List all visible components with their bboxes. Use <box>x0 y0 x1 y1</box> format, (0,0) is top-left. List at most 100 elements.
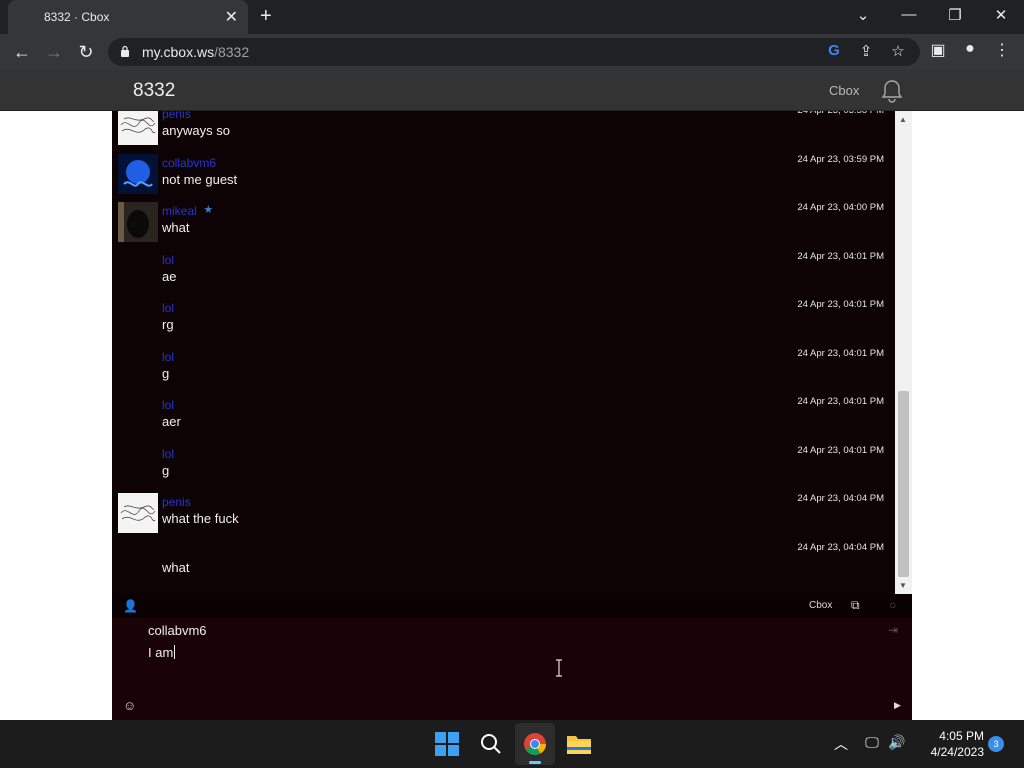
message-username[interactable]: lol <box>162 253 174 267</box>
message-username[interactable]: lol <box>162 398 174 412</box>
close-window-icon[interactable]: ✕ <box>978 6 1024 24</box>
side-panel-icon[interactable]: ▣ <box>926 40 950 60</box>
active-indicator <box>529 761 541 764</box>
scroll-up-icon[interactable]: ▲ <box>899 115 907 124</box>
windows-taskbar: ︿ 🖵 🔊 4:05 PM 4/24/2023 3 <box>0 720 1024 768</box>
chat-status-bar: 👤 Cbox ⧉ ○ <box>112 594 912 618</box>
popout-icon[interactable]: ⧉ <box>851 598 860 613</box>
tray-overflow-icon[interactable]: ︿ <box>831 734 851 754</box>
chrome-taskbar-button[interactable] <box>515 723 555 765</box>
message-text: aer <box>162 414 181 429</box>
message-text: what <box>162 559 190 575</box>
chat-message-list[interactable]: penis anyways so 24 Apr 23, 03:58 PM collab… <box>112 111 895 594</box>
message-timestamp: 24 Apr 23, 04:01 PM <box>797 396 884 407</box>
share-icon[interactable]: ⇪ <box>856 42 876 60</box>
windows-start-icon[interactable] <box>435 732 459 756</box>
url-text: my.cbox.ws/8332 <box>142 44 249 60</box>
message-username[interactable]: lol <box>162 447 174 461</box>
page-title: 8332 <box>133 80 176 101</box>
user-icon[interactable]: 👤 <box>123 599 138 613</box>
message-text: what the fuck <box>162 511 239 526</box>
message-input-text: I am <box>148 645 174 660</box>
sign-in-icon[interactable]: ⇥ <box>888 623 898 637</box>
scrollbar-thumb[interactable] <box>898 391 909 577</box>
file-explorer-icon[interactable] <box>566 733 592 755</box>
chat-message: what 24 Apr 23, 04:04 PM <box>112 542 895 590</box>
message-username[interactable]: lol <box>162 350 174 364</box>
message-composer: collabvm6 ⇥ I am ☺ ▶ <box>112 618 912 720</box>
message-timestamp: 24 Apr 23, 04:04 PM <box>797 493 884 504</box>
message-input[interactable]: I am <box>148 645 176 660</box>
chat-message: lol g 24 Apr 23, 04:01 PM <box>112 445 895 493</box>
text-caret <box>174 645 176 659</box>
chat-scrollbar[interactable]: ▲ ▼ <box>895 111 912 594</box>
bookmark-star-icon[interactable]: ☆ <box>888 42 908 60</box>
ibeam-cursor-icon <box>556 659 562 677</box>
chat-message: mikeal ★ what 24 Apr 23, 04:00 PM <box>112 202 895 250</box>
avatar <box>118 493 158 533</box>
chrome-icon <box>524 733 546 755</box>
tab-close-icon[interactable]: ✕ <box>225 7 238 27</box>
tab-search-icon[interactable]: ⌄ <box>840 6 886 24</box>
avatar <box>118 111 158 145</box>
bell-icon[interactable] <box>880 78 904 104</box>
message-username[interactable]: penis <box>162 495 191 509</box>
message-timestamp: 24 Apr 23, 04:01 PM <box>797 444 884 456</box>
url-host: my.cbox.ws <box>142 44 215 60</box>
message-text: not me guest <box>162 171 238 187</box>
message-username[interactable]: mikeal <box>162 204 197 218</box>
chat-message: penis anyways so 24 Apr 23, 03:58 PM <box>112 111 895 153</box>
message-username[interactable]: penis <box>162 111 191 121</box>
send-arrow-icon[interactable]: ▶ <box>894 700 901 711</box>
browser-tab[interactable]: 8332 · Cbox ✕ <box>8 0 248 34</box>
profile-icon[interactable]: ● <box>958 40 982 58</box>
forward-icon[interactable]: → <box>42 42 66 62</box>
chat-message: penis what the fuck 24 Apr 23, 04:04 PM <box>112 493 895 541</box>
restore-icon[interactable]: ❐ <box>932 6 978 24</box>
taskbar-clock[interactable]: 4:05 PM 4/24/2023 <box>918 728 984 760</box>
new-tab-icon[interactable]: + <box>260 5 272 28</box>
message-text: g <box>162 365 170 381</box>
message-username[interactable]: collabvm6 <box>162 156 216 170</box>
search-icon[interactable] <box>479 732 503 756</box>
clock-time: 4:05 PM <box>939 729 984 743</box>
verified-star-icon: ★ <box>203 204 214 216</box>
scroll-down-icon[interactable]: ▼ <box>899 581 907 590</box>
minimize-icon[interactable]: — <box>886 6 932 23</box>
message-text: what <box>162 220 190 235</box>
cbox-link[interactable]: Cbox <box>829 83 859 98</box>
menu-kebab-icon[interactable]: ⋮ <box>990 40 1014 60</box>
connection-status-icon: ○ <box>889 598 897 612</box>
message-timestamp: 24 Apr 23, 03:59 PM <box>797 153 884 165</box>
reload-icon[interactable]: ↻ <box>74 42 98 62</box>
chat-message: collabvm6 not me guest 24 Apr 23, 03:59 PM <box>112 153 895 202</box>
address-bar[interactable]: my.cbox.ws/8332 G ⇪ ☆ <box>108 38 920 66</box>
message-text: anyways so <box>162 123 230 138</box>
page-header: 8332 Cbox <box>0 70 1024 111</box>
lock-icon <box>121 45 129 57</box>
message-username[interactable]: lol <box>162 301 174 315</box>
url-path: /8332 <box>214 44 250 60</box>
notification-badge[interactable]: 3 <box>988 736 1004 752</box>
username-field[interactable]: collabvm6 <box>148 623 207 638</box>
tab-title: 8332 · Cbox <box>44 10 110 24</box>
avatar <box>118 153 158 194</box>
message-text: rg <box>162 317 174 332</box>
back-icon[interactable]: ← <box>10 42 34 62</box>
cbox-brand-link[interactable]: Cbox <box>809 600 832 611</box>
chat-message: lol g 24 Apr 23, 04:01 PM <box>112 348 895 396</box>
message-text: ae <box>162 268 177 284</box>
browser-tab-bar: 8332 · Cbox ✕ + ⌄ — ❐ ✕ <box>0 0 1024 34</box>
chat-message: lol rg 24 Apr 23, 04:01 PM <box>112 299 895 347</box>
network-icon[interactable]: 🖵 <box>862 734 882 751</box>
message-timestamp: 24 Apr 23, 04:01 PM <box>797 250 884 262</box>
chat-message: lol ae 24 Apr 23, 04:01 PM <box>112 251 895 299</box>
message-timestamp: 24 Apr 23, 04:01 PM <box>797 347 884 359</box>
clock-date: 4/24/2023 <box>930 745 984 759</box>
chat-message: lol aer 24 Apr 23, 04:01 PM <box>112 396 895 444</box>
volume-icon[interactable]: 🔊 <box>887 734 907 751</box>
google-lens-icon[interactable]: G <box>824 42 844 59</box>
message-timestamp: 24 Apr 23, 04:00 PM <box>797 202 884 213</box>
emoji-icon[interactable]: ☺ <box>123 698 136 713</box>
message-timestamp: 24 Apr 23, 04:04 PM <box>797 541 884 553</box>
